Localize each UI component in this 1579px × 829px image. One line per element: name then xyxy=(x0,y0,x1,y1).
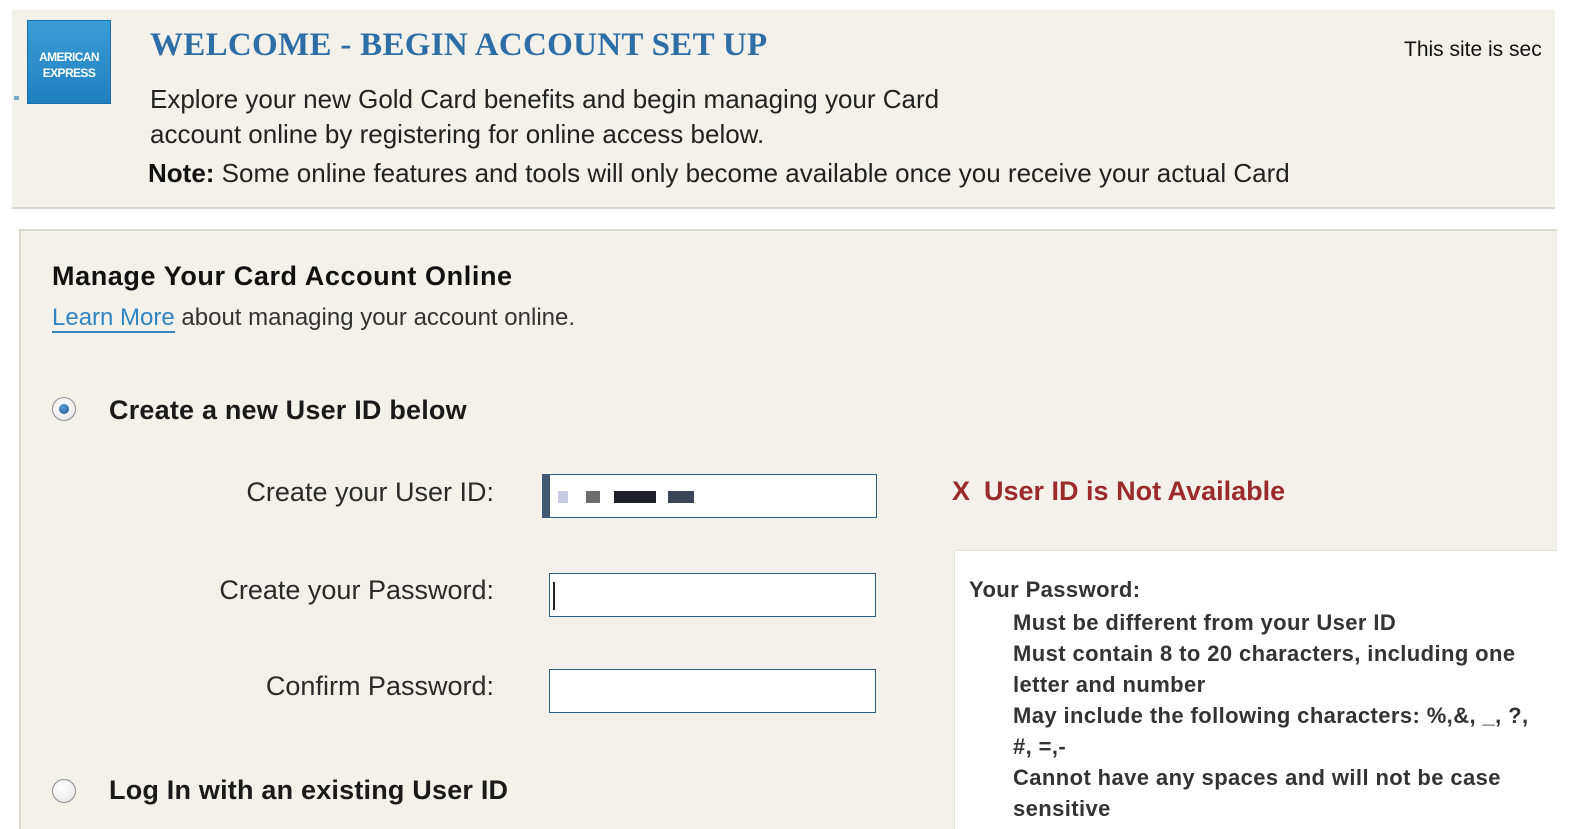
manage-account-panel: Manage Your Card Account Online Learn Mo… xyxy=(19,229,1557,829)
intro-text: Explore your new Gold Card benefits and … xyxy=(150,84,940,149)
logo-text-line1: AMERICAN xyxy=(39,50,99,64)
create-user-id-label[interactable]: Create a new User ID below xyxy=(109,395,467,426)
create-user-id-radio[interactable] xyxy=(52,397,76,421)
password-input[interactable] xyxy=(549,573,876,617)
error-x-icon: X xyxy=(952,476,971,506)
user-id-pixel-mask xyxy=(614,491,656,503)
error-message: User ID is Not Available xyxy=(984,476,1286,506)
secure-site-notice: This site is sec xyxy=(1404,38,1542,61)
page-title: WELCOME - BEGIN ACCOUNT SET UP xyxy=(150,27,768,63)
password-rules-title: Your Password: xyxy=(969,577,1141,602)
password-rule: May include the following characters: %,… xyxy=(1013,703,1529,759)
text-caret xyxy=(553,582,555,610)
learn-more-line: Learn More about managing your account o… xyxy=(52,304,576,333)
learn-more-link[interactable]: Learn More xyxy=(52,304,175,333)
user-id-pixel-mask xyxy=(586,491,600,503)
password-rule: Must contain 8 to 20 characters, includi… xyxy=(1013,641,1516,697)
confirm-password-input[interactable] xyxy=(549,669,876,713)
user-id-error: X User ID is Not Available xyxy=(952,476,1285,507)
password-label: Create your Password: xyxy=(219,575,494,605)
note-label: Note: xyxy=(148,158,215,188)
panel-title: Manage Your Card Account Online xyxy=(52,261,513,291)
user-id-pixel-mask xyxy=(668,491,694,503)
login-existing-label[interactable]: Log In with an existing User ID xyxy=(109,775,508,806)
password-rule: Must be different from your User ID xyxy=(1013,610,1397,635)
welcome-header: AMERICAN EXPRESS WELCOME - BEGIN ACCOUNT… xyxy=(12,10,1555,209)
password-rules-box: Your Password: Must be different from yo… xyxy=(954,550,1557,829)
password-rule: Cannot have any spaces and will not be c… xyxy=(1013,765,1501,821)
user-id-label: Create your User ID: xyxy=(246,477,494,507)
confirm-password-label: Confirm Password: xyxy=(265,671,494,701)
logo-text-line2: EXPRESS xyxy=(42,66,96,80)
note-body: Some online features and tools will only… xyxy=(214,158,1290,188)
login-existing-radio[interactable] xyxy=(52,779,76,803)
note-text: Note: Some online features and tools wil… xyxy=(148,158,1290,189)
logo-dot xyxy=(14,96,19,100)
amex-logo[interactable]: AMERICAN EXPRESS xyxy=(27,20,111,104)
user-id-input[interactable] xyxy=(542,474,877,518)
learn-more-suffix: about managing your account online. xyxy=(174,304,576,331)
password-rules-list: Must be different from your User ID Must… xyxy=(1013,607,1553,824)
user-id-pixel-mask xyxy=(558,491,568,503)
